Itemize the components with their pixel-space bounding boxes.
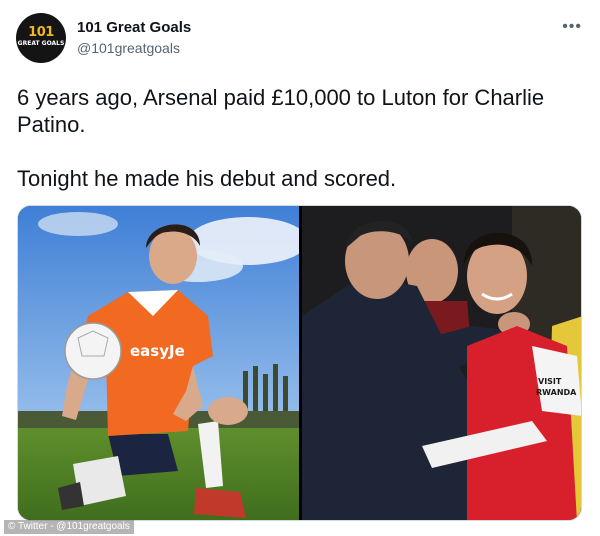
photo-young-player[interactable]: easyJe [18, 206, 299, 520]
tweet-paragraph: 6 years ago, Arsenal paid £10,000 to Lut… [17, 85, 545, 137]
tweet-media[interactable]: easyJe VISIT RWANDA [17, 205, 582, 521]
svg-text:RWANDA: RWANDA [536, 388, 577, 397]
avatar[interactable]: 101 GREAT GOALS [16, 13, 66, 63]
avatar-logo-text: 101 [28, 25, 54, 40]
more-options-icon[interactable]: ••• [562, 18, 582, 36]
user-handle[interactable]: @101greatgoals [77, 40, 180, 56]
tweet-text: 6 years ago, Arsenal paid £10,000 to Lut… [17, 84, 587, 192]
svg-text:easyJe: easyJe [130, 342, 185, 360]
avatar-logo-subtext: GREAT GOALS [17, 40, 65, 47]
svg-text:VISIT: VISIT [538, 377, 562, 386]
display-name[interactable]: 101 Great Goals [77, 19, 191, 36]
photo-debut-celebration[interactable]: VISIT RWANDA [302, 206, 581, 520]
tweet-card: 101 GREAT GOALS 101 Great Goals @101grea… [0, 0, 600, 536]
tweet-paragraph: Tonight he made his debut and scored. [17, 166, 397, 191]
image-credit: © Twitter - @101greatgoals [4, 520, 134, 534]
